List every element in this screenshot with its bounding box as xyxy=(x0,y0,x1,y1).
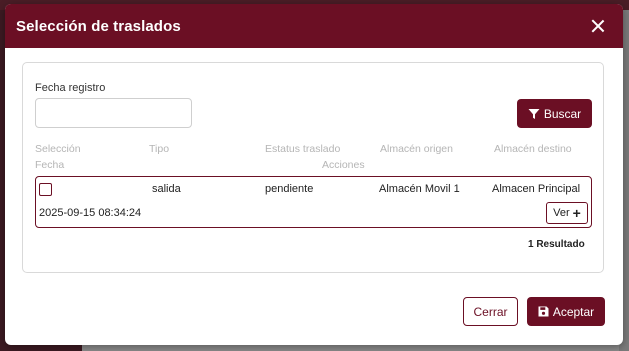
filter-results-panel: Fecha registro Buscar Selección Tipo Est… xyxy=(22,62,604,273)
view-details-button[interactable]: Ver + xyxy=(546,202,588,224)
header-status: Estatus traslado xyxy=(265,143,341,155)
header-type: Tipo xyxy=(149,143,170,155)
search-button[interactable]: Buscar xyxy=(517,99,592,128)
row-type: salida xyxy=(152,183,181,195)
table-row: salida pendiente Almacén Movil 1 Almacen… xyxy=(35,176,592,228)
date-field-label: Fecha registro xyxy=(35,82,106,94)
header-actions: Acciones xyxy=(322,159,365,171)
modal-header: Selección de traslados xyxy=(5,4,623,48)
row-destination: Almacen Principal xyxy=(492,183,581,195)
view-details-label: Ver xyxy=(553,207,570,219)
transfer-selection-modal: Selección de traslados Fecha registro Bu… xyxy=(5,4,623,345)
close-button-label: Cerrar xyxy=(473,304,508,319)
row-date: 2025-09-15 08:34:24 xyxy=(39,207,142,219)
row-origin: Almacén Movil 1 xyxy=(379,183,460,195)
row-select-checkbox[interactable] xyxy=(39,183,52,196)
header-selection: Selección xyxy=(35,143,81,155)
row-status: pendiente xyxy=(265,183,314,195)
header-origin: Almacén origen xyxy=(380,143,453,155)
date-field[interactable] xyxy=(35,98,192,128)
accept-button-label: Aceptar xyxy=(552,304,595,319)
header-destination: Almacén destino xyxy=(494,143,572,155)
modal-title: Selección de traslados xyxy=(16,17,181,35)
close-icon[interactable] xyxy=(589,17,607,35)
plus-icon: + xyxy=(572,205,581,221)
result-count: 1 Resultado xyxy=(528,239,585,250)
save-icon xyxy=(538,306,549,317)
header-date: Fecha xyxy=(35,159,65,171)
search-button-label: Buscar xyxy=(543,106,582,121)
close-button[interactable]: Cerrar xyxy=(463,297,518,326)
accept-button[interactable]: Aceptar xyxy=(527,297,605,326)
filter-icon xyxy=(528,108,540,119)
